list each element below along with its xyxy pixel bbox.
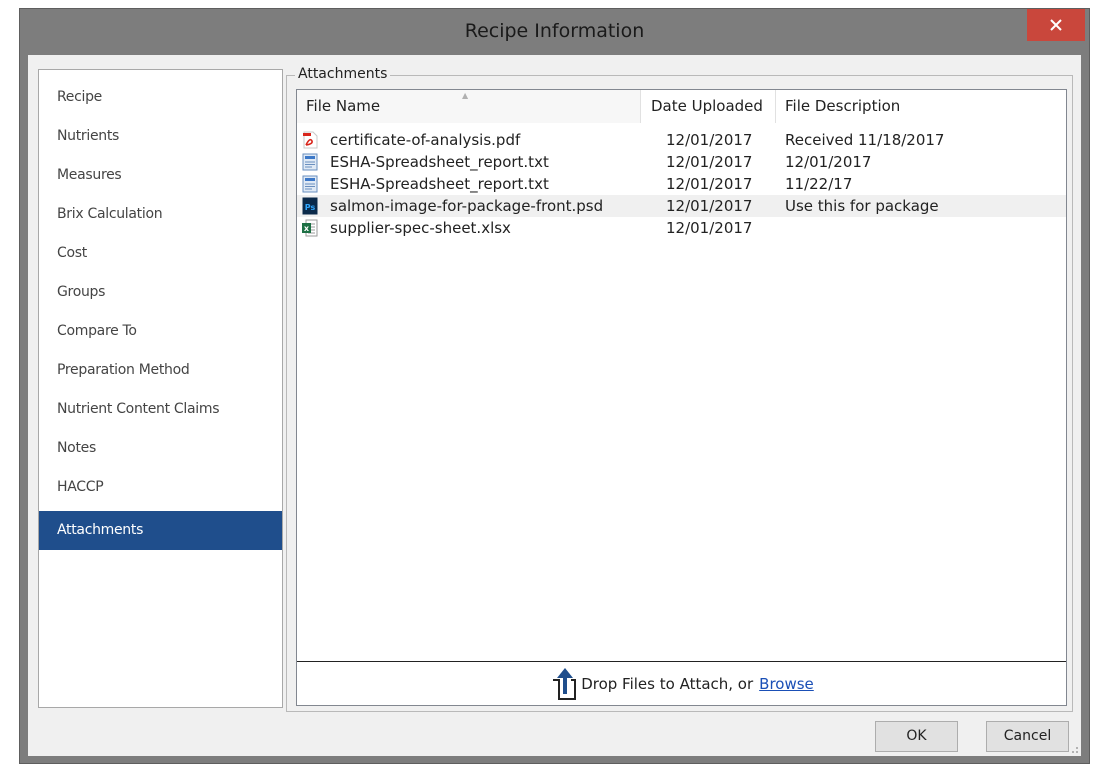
table-row[interactable]: certificate-of-analysis.pdf 12/01/2017 R… bbox=[297, 129, 1066, 151]
attachments-list: ▲ File Name Date Uploaded File Descripti… bbox=[296, 89, 1067, 706]
file-name: salmon-image-for-package-front.psd bbox=[330, 197, 604, 215]
svg-text:Ps: Ps bbox=[305, 203, 316, 212]
nav-item-compare-to[interactable]: Compare To bbox=[39, 312, 282, 351]
date-uploaded: 12/01/2017 bbox=[666, 131, 753, 149]
file-name: certificate-of-analysis.pdf bbox=[330, 131, 521, 149]
nav-item-groups[interactable]: Groups bbox=[39, 273, 282, 312]
nav-item-attachments[interactable]: Attachments bbox=[39, 511, 282, 550]
column-header-label: Date Uploaded bbox=[651, 97, 763, 115]
attachments-group-label: Attachments bbox=[295, 66, 391, 82]
excel-file-icon: x bbox=[302, 219, 318, 237]
file-name: ESHA-Spreadsheet_report.txt bbox=[330, 175, 549, 193]
svg-text:x: x bbox=[304, 224, 310, 233]
column-header-file-description[interactable]: File Description bbox=[776, 90, 1066, 123]
drop-zone-text: Drop Files to Attach, or bbox=[581, 674, 754, 693]
date-uploaded: 12/01/2017 bbox=[666, 197, 753, 215]
nav-item-nutrient-content-claims[interactable]: Nutrient Content Claims bbox=[39, 390, 282, 429]
browse-link[interactable]: Browse bbox=[759, 675, 814, 693]
nav-item-haccp[interactable]: HACCP bbox=[39, 468, 282, 507]
dialog-title: Recipe Information bbox=[464, 20, 645, 42]
file-description: 12/01/2017 bbox=[785, 153, 872, 171]
pdf-icon bbox=[303, 131, 318, 149]
nav-item-recipe[interactable]: Recipe bbox=[39, 78, 282, 117]
text-file-icon bbox=[302, 175, 318, 193]
close-button[interactable] bbox=[1027, 9, 1085, 41]
date-uploaded: 12/01/2017 bbox=[666, 219, 753, 237]
ok-button[interactable]: OK bbox=[875, 721, 958, 752]
file-description: Use this for package bbox=[785, 197, 939, 215]
file-name: ESHA-Spreadsheet_report.txt bbox=[330, 153, 549, 171]
nav-item-notes[interactable]: Notes bbox=[39, 429, 282, 468]
column-header-label: File Name bbox=[306, 97, 381, 115]
resize-grip-icon[interactable] bbox=[1069, 744, 1079, 754]
section-nav: Recipe Nutrients Measures Brix Calculati… bbox=[38, 69, 283, 708]
column-header-date-uploaded[interactable]: Date Uploaded bbox=[641, 90, 776, 123]
nav-item-cost[interactable]: Cost bbox=[39, 234, 282, 273]
date-uploaded: 12/01/2017 bbox=[666, 175, 753, 193]
nav-item-preparation-method[interactable]: Preparation Method bbox=[39, 351, 282, 390]
text-file-icon bbox=[302, 153, 318, 171]
file-name: supplier-spec-sheet.xlsx bbox=[330, 219, 511, 237]
table-row[interactable]: ESHA-Spreadsheet_report.txt 12/01/2017 1… bbox=[297, 151, 1066, 173]
title-bar: Recipe Information bbox=[20, 9, 1089, 55]
table-row[interactable]: x supplier-spec-sheet.xlsx 12/01/2017 bbox=[297, 217, 1066, 239]
nav-item-nutrients[interactable]: Nutrients bbox=[39, 117, 282, 156]
upload-icon bbox=[553, 667, 577, 700]
sort-ascending-icon: ▲ bbox=[462, 91, 469, 100]
table-row[interactable]: Ps salmon-image-for-package-front.psd 12… bbox=[297, 195, 1066, 217]
date-uploaded: 12/01/2017 bbox=[666, 153, 753, 171]
nav-item-brix-calculation[interactable]: Brix Calculation bbox=[39, 195, 282, 234]
photoshop-file-icon: Ps bbox=[302, 197, 318, 215]
dialog-body: Recipe Nutrients Measures Brix Calculati… bbox=[28, 55, 1081, 756]
nav-item-measures[interactable]: Measures bbox=[39, 156, 282, 195]
drop-zone[interactable]: Drop Files to Attach, or Browse bbox=[297, 662, 1066, 705]
close-icon bbox=[1050, 19, 1062, 31]
cancel-button[interactable]: Cancel bbox=[986, 721, 1069, 752]
file-description: Received 11/18/2017 bbox=[785, 131, 945, 149]
table-row[interactable]: ESHA-Spreadsheet_report.txt 12/01/2017 1… bbox=[297, 173, 1066, 195]
column-header-file-name[interactable]: ▲ File Name bbox=[297, 90, 641, 123]
column-header-label: File Description bbox=[785, 97, 901, 115]
file-description: 11/22/17 bbox=[785, 175, 853, 193]
recipe-information-dialog: Recipe Information Recipe Nutrients Meas… bbox=[19, 8, 1090, 764]
